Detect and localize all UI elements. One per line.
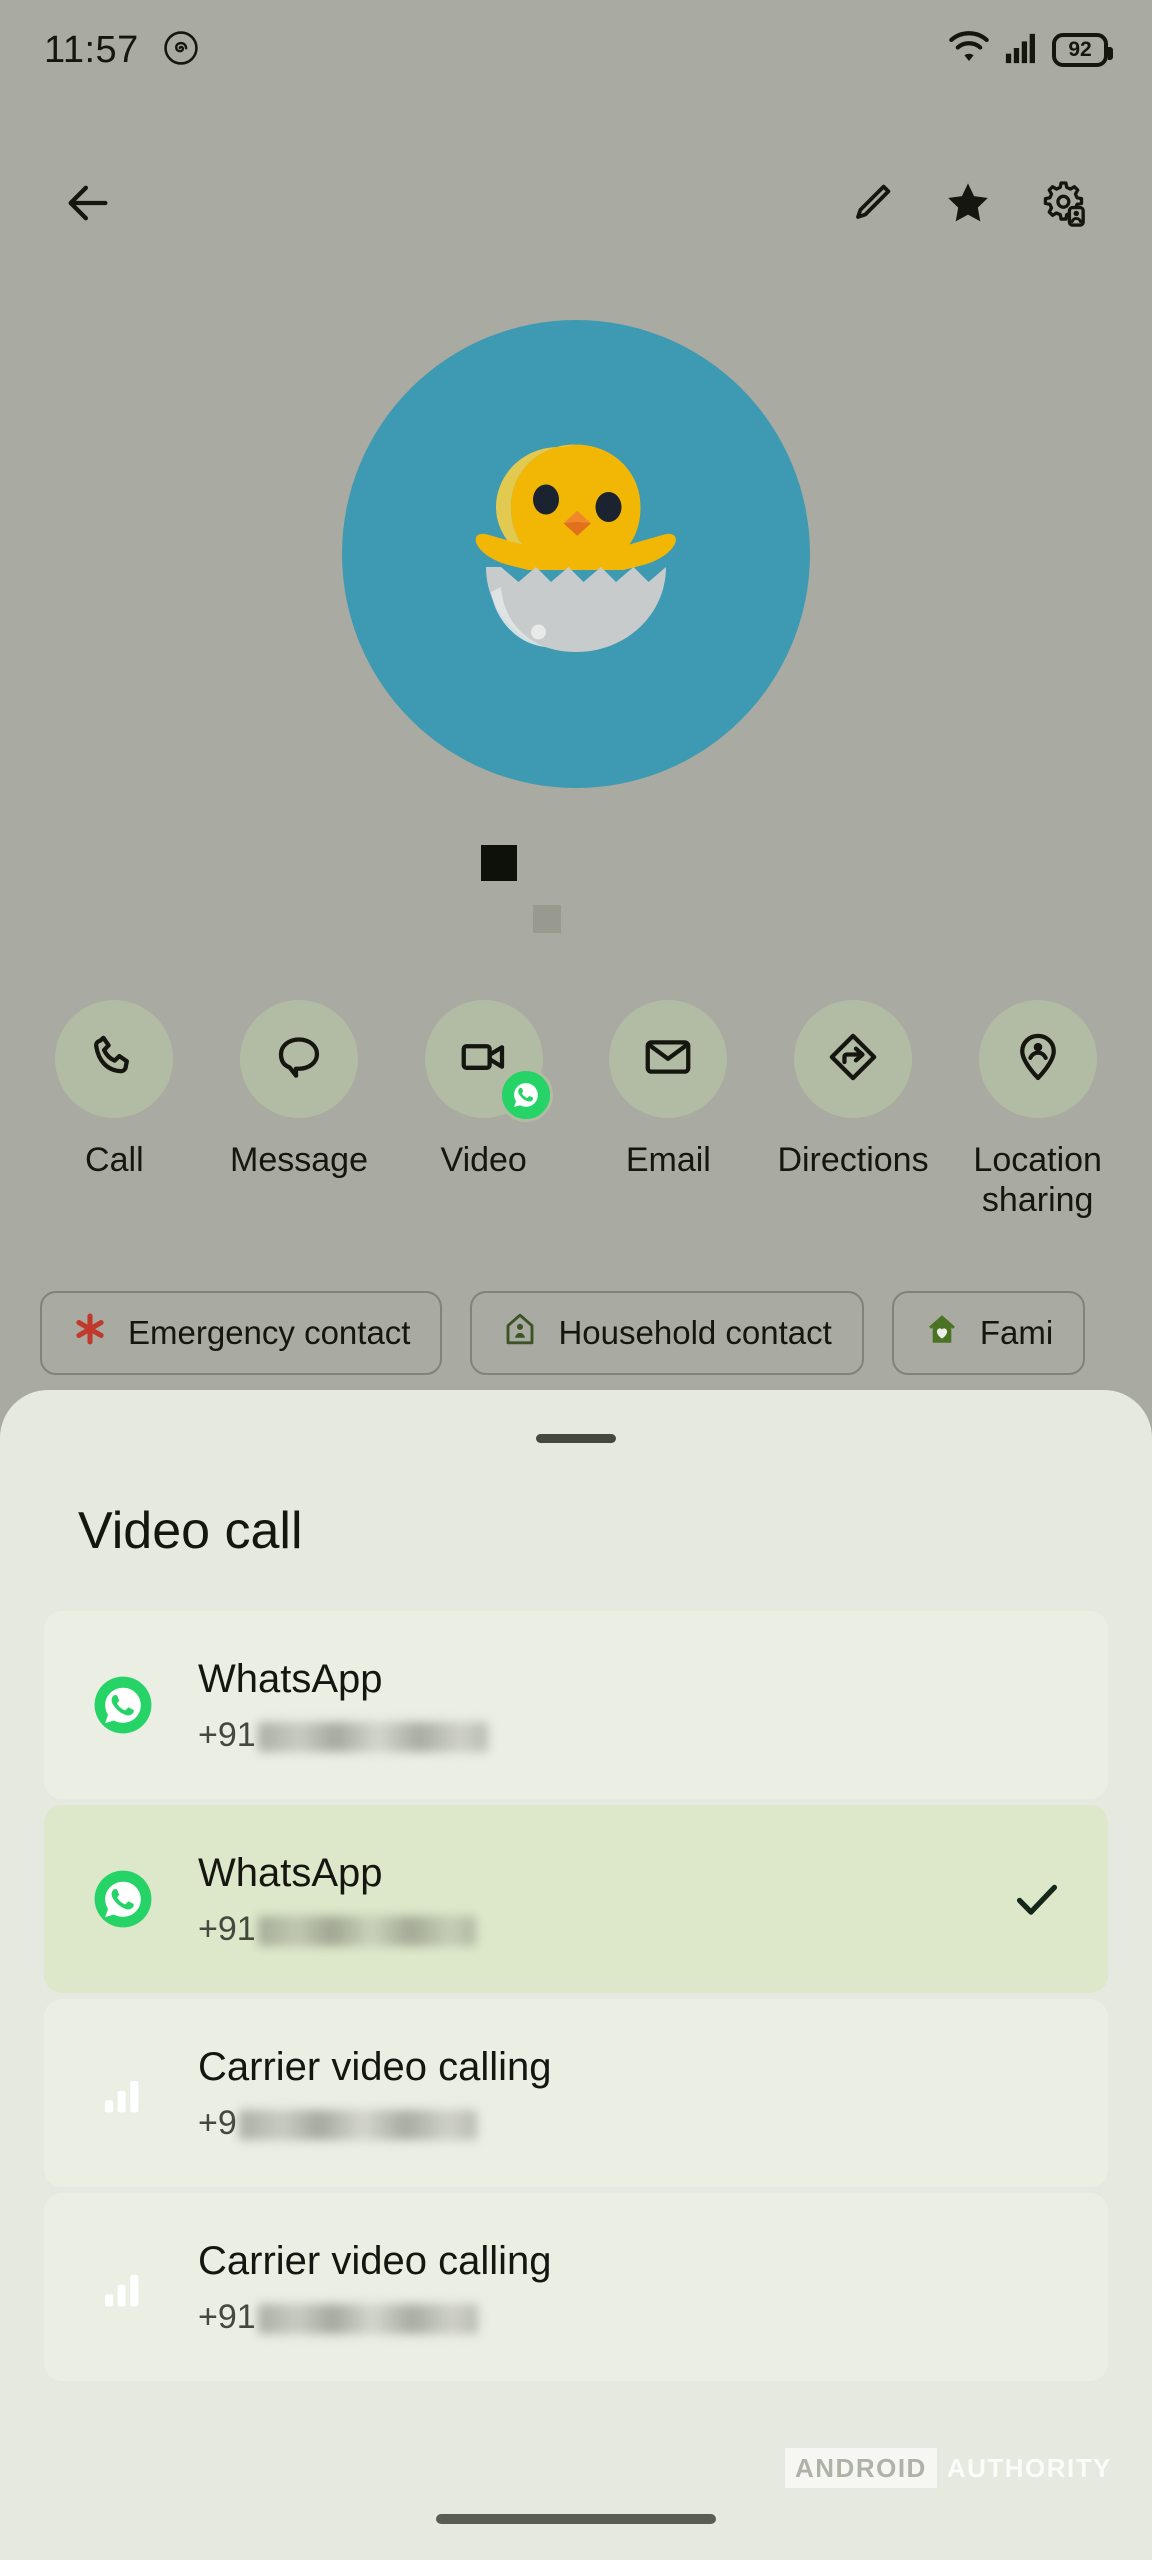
chip-label: Household contact [558,1314,832,1351]
envelope-icon [641,1030,695,1089]
hatching-chick-emoji-avatar [426,412,726,697]
chip-family-contact[interactable]: Fami [891,1291,1086,1375]
list-item[interactable]: WhatsApp +91 [44,1805,1108,1993]
number-prefix: +91 [198,2297,256,2336]
drag-handle[interactable] [536,1434,616,1443]
phone-screen: 11:57 92 Call Message Video Email Direct… [0,0,1152,2560]
chip-label: Fami [979,1314,1054,1351]
watermark-android: ANDROID [784,2448,937,2488]
list-item-title: Carrier video calling [198,2044,552,2089]
quick-action-label: Directions [777,1141,929,1179]
list-item[interactable]: WhatsApp +91 [44,1611,1108,1799]
list-item-text: WhatsApp +91 [198,1656,488,1755]
contact-settings-icon [1039,178,1089,233]
cellular-signal-icon [1004,31,1038,70]
star-filled-icon [943,178,993,233]
location-pin-person-icon [1011,1030,1065,1089]
watermark-authority: AUTHORITY [946,2453,1112,2483]
family-house-heart-icon [924,1311,960,1355]
quick-action-label: Location sharing [973,1141,1102,1220]
contact-labels-chip-row[interactable]: Emergency contact Household contact Fami [0,1288,1152,1378]
email-button[interactable] [609,1000,728,1118]
checkmark-icon [1008,1870,1066,1928]
pencil-edit-icon [848,179,896,232]
signal-bars-icon [86,2066,160,2120]
list-item-text: WhatsApp +91 [198,1850,476,1949]
star-of-life-icon [72,1311,108,1355]
signal-bars-icon [86,2260,160,2314]
video-call-bottom-sheet: Video call WhatsApp +91 WhatsApp +91 Car… [0,1390,1152,2560]
status-bar-right: 92 [948,30,1113,71]
battery-percent: 92 [1068,38,1092,61]
number-prefix: +9 [198,2103,237,2142]
avatar[interactable] [342,320,810,788]
battery-indicator: 92 [1052,33,1113,67]
list-item-subtitle: +9 [198,2104,551,2143]
quick-action-label: Call [85,1141,144,1179]
chat-bubble-icon [272,1030,326,1089]
message-button[interactable] [240,1000,358,1118]
status-bar: 11:57 92 [0,0,1152,100]
redacted-number [257,1915,476,1946]
video-button[interactable] [424,1000,553,1122]
quick-action-directions[interactable]: Directions [761,1000,946,1180]
contact-avatar-wrap [0,320,1152,788]
quick-action-email[interactable]: Email [576,1000,761,1180]
quick-actions-row: Call Message Video Email Directions Loca… [0,1000,1152,1220]
contact-settings-button[interactable] [1016,157,1112,253]
list-item[interactable]: Carrier video calling +91 [44,2193,1108,2381]
number-prefix: +91 [198,1909,256,1948]
number-prefix: +91 [198,1715,256,1754]
threads-icon [163,30,199,71]
whatsapp-badge-icon [498,1068,553,1122]
list-item-title: Carrier video calling [198,2238,552,2283]
quick-action-call[interactable]: Call [22,1000,207,1180]
household-house-icon [502,1311,538,1355]
status-time: 11:57 [44,28,139,71]
list-item-text: Carrier video calling +9 [198,2044,551,2143]
contact-name-redaction [481,845,517,881]
list-item[interactable]: Carrier video calling +9 [44,1999,1108,2187]
quick-action-label: Message [230,1141,368,1179]
chip-label: Emergency contact [128,1314,411,1351]
whatsapp-icon [86,1674,160,1736]
list-item-title: WhatsApp [198,1656,383,1701]
wifi-icon [948,30,990,71]
back-arrow-icon [62,177,114,234]
location-sharing-button[interactable] [978,1000,1097,1118]
quick-action-label: Video [440,1141,527,1179]
redacted-number [257,1721,488,1752]
sheet-title: Video call [78,1502,303,1560]
edit-contact-button[interactable] [824,157,920,253]
favorite-button[interactable] [920,157,1016,253]
list-item-subtitle: +91 [198,2298,551,2337]
quick-action-video[interactable]: Video [391,1000,576,1180]
watermark: ANDROID AUTHORITY [784,2448,1112,2488]
chip-household-contact[interactable]: Household contact [470,1291,864,1375]
back-button[interactable] [40,157,136,253]
home-gesture-pill[interactable] [436,2514,716,2524]
contact-subtitle-redaction [533,905,561,933]
video-call-options-list: WhatsApp +91 WhatsApp +91 Carrier video … [0,1611,1152,2381]
list-item-text: Carrier video calling +91 [198,2238,551,2337]
status-bar-left: 11:57 [44,29,199,72]
app-bar [0,150,1152,260]
redacted-number [238,2109,477,2140]
directions-diamond-icon [826,1030,880,1089]
directions-button[interactable] [794,1000,913,1118]
phone-icon [87,1030,141,1089]
list-item-subtitle: +91 [198,1910,476,1949]
whatsapp-icon [86,1868,160,1930]
list-item-title: WhatsApp [198,1850,383,1895]
quick-action-label: Email [625,1141,711,1179]
call-button[interactable] [55,1000,174,1118]
redacted-number [257,2303,478,2334]
list-item-subtitle: +91 [198,1716,488,1755]
quick-action-message[interactable]: Message [207,1000,392,1180]
chip-emergency-contact[interactable]: Emergency contact [40,1291,443,1375]
quick-action-location-sharing[interactable]: Location sharing [945,1000,1130,1220]
